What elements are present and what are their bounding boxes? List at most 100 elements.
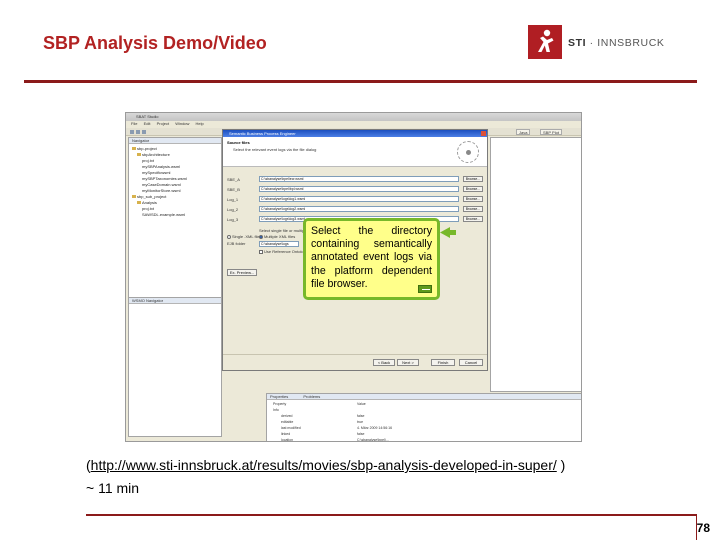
file-field-row: Log_2 C:\sbanalyse\logs\log2.wsml Browse… — [227, 206, 485, 212]
tree-item[interactable]: myMonitorStore.wsml — [142, 188, 180, 193]
property-value: false — [357, 432, 365, 436]
menu-help[interactable]: Help — [196, 121, 204, 126]
navigator-pane-header: WSMO Navigator — [129, 298, 221, 304]
menu-project[interactable]: Project — [157, 121, 169, 126]
folder-icon — [132, 195, 136, 199]
finish-button[interactable]: Finish — [431, 359, 455, 366]
app-window-title: SBAT Studio — [136, 114, 159, 119]
logo-place: INNSBRUCK — [597, 37, 665, 49]
radio-selected-icon — [259, 234, 263, 239]
tree-item[interactable]: mySpecificwsml — [142, 170, 170, 175]
logo-brand: STI — [568, 37, 587, 49]
browse-button[interactable]: Browse... — [463, 216, 483, 222]
file-field-label: Log_1 — [227, 197, 239, 202]
radio-single-file[interactable]: Single .XML file — [227, 234, 260, 239]
file-field-row: SBE_A C:\sbanalyse\bpel\ecr.wsml Browse.… — [227, 176, 485, 182]
preview-button[interactable]: Ex. Preview... — [227, 269, 257, 276]
dialog-footer: < Back Next > Finish Cancel — [223, 354, 487, 370]
folder-icon — [137, 201, 141, 205]
perspective-sbp[interactable]: SBP Plot — [540, 129, 562, 135]
dialog-title-bar: Semantic Business Process Engineer — [223, 130, 487, 137]
menu-file[interactable]: File — [131, 121, 137, 126]
properties-pane: Properties Problems Property Value Info … — [266, 393, 581, 442]
property-header: Property — [273, 402, 287, 406]
callout-next-arrow-icon — [418, 285, 432, 293]
file-field-label: Log_3 — [227, 217, 239, 222]
property-key: derived — [281, 414, 293, 418]
logo-separator: · — [586, 37, 598, 49]
file-field-row: SBE_B C:\sbanalyse\bpel\bpl.wsml Browse.… — [227, 186, 485, 192]
property-group[interactable]: Info — [273, 408, 279, 412]
outline-pane — [490, 137, 581, 392]
perspective-java[interactable]: Java — [516, 129, 531, 135]
property-key: location — [281, 438, 294, 442]
property-value: true — [357, 420, 364, 424]
next-button[interactable]: Next > — [397, 359, 419, 366]
folder-path-input[interactable]: C:\sbanalyse\logs — [259, 241, 299, 247]
radio-multiple-files[interactable]: Multiple XML files — [259, 234, 295, 239]
slide-title: SBP Analysis Demo/Video — [43, 33, 267, 53]
project-tree-pane: Navigator sbp-project sbpArchitecture pr… — [128, 137, 222, 305]
property-key: last modified — [281, 426, 301, 430]
tree-item[interactable]: sbp_sub_project — [132, 194, 166, 199]
file-field-label: SBE_A — [227, 177, 240, 182]
close-icon[interactable] — [481, 131, 486, 136]
dialog-banner: Source files Select the relevant event l… — [223, 137, 487, 167]
wizard-graphic-icon — [457, 141, 479, 163]
tree-item[interactable]: SAWSDL.example.wsml — [142, 212, 185, 217]
tree-item[interactable]: sbpArchitecture — [137, 152, 170, 157]
tab-properties[interactable]: Properties — [270, 394, 288, 399]
callout-pointer-icon — [440, 227, 456, 238]
file-path-input[interactable]: C:\sbanalyse\bpel\bpl.wsml — [259, 186, 459, 192]
dialog-title: Semantic Business Process Engineer — [229, 131, 296, 136]
cancel-button[interactable]: Cancel — [459, 359, 483, 366]
video-link-line: (http://www.sti-innsbruck.at/results/mov… — [86, 457, 565, 473]
callout-text: Select the directory containing semantic… — [311, 225, 432, 290]
page-number: 78 — [696, 521, 710, 535]
save-icon[interactable] — [136, 130, 140, 134]
properties-tabs: Properties Problems — [267, 394, 581, 400]
file-path-input[interactable]: C:\sbanalyse\logs\log2.wsml — [259, 206, 459, 212]
tree-pane-header: Navigator — [129, 138, 221, 144]
back-button[interactable]: < Back — [373, 359, 395, 366]
browse-button[interactable]: Browse... — [463, 206, 483, 212]
dialog-subtitle: Select the relevant event logs via the f… — [233, 147, 317, 152]
value-header: Value — [357, 402, 366, 406]
header-divider — [24, 80, 696, 83]
new-icon[interactable] — [130, 130, 134, 134]
property-key: linked — [281, 432, 291, 436]
tree-item[interactable]: mySBPTaxonomies.wsml — [142, 176, 187, 181]
tree-item[interactable]: Analysis — [137, 200, 157, 205]
sti-logo: STI · INNSBRUCK — [528, 25, 678, 61]
reference-ontology-checkbox[interactable]: Use Reference Ontology — [259, 249, 308, 254]
browse-button[interactable]: Browse... — [463, 176, 483, 182]
logo-wordmark: STI · INNSBRUCK — [568, 37, 665, 49]
tree-item[interactable]: mySBPAnalysis.wsml — [142, 164, 180, 169]
browse-button[interactable]: Browse... — [463, 196, 483, 202]
menu-edit[interactable]: Edit — [144, 121, 151, 126]
tree-item[interactable]: proj.txt — [142, 158, 154, 163]
print-icon[interactable] — [142, 130, 146, 134]
dialog-heading: Source files — [227, 140, 250, 145]
tab-problems[interactable]: Problems — [303, 394, 320, 399]
app-menu-bar: File Edit Project Window Help — [126, 121, 581, 128]
close-paren: ) — [556, 457, 566, 473]
video-duration: ~ 11 min — [86, 480, 140, 496]
radio-icon — [227, 234, 231, 239]
property-value: false — [357, 414, 365, 418]
checkbox-icon — [259, 249, 263, 254]
menu-window[interactable]: Window — [175, 121, 189, 126]
browse-button[interactable]: Browse... — [463, 186, 483, 192]
instruction-callout: Select the directory containing semantic… — [303, 218, 440, 300]
wsmo-navigator-pane: WSMO Navigator — [128, 297, 222, 437]
tree-item[interactable]: proj.txt — [142, 206, 154, 211]
folder-label: EJB folder — [227, 241, 246, 246]
file-path-input[interactable]: C:\sbanalyse\logs\log1.wsml — [259, 196, 459, 202]
file-field-label: SBE_B — [227, 187, 240, 192]
tree-item[interactable]: myCaseDomain.wsml — [142, 182, 181, 187]
tree-item[interactable]: sbp-project — [132, 146, 157, 151]
video-url-link[interactable]: http://www.sti-innsbruck.at/results/movi… — [91, 457, 557, 473]
header-divider-tail — [696, 80, 697, 83]
file-path-input[interactable]: C:\sbanalyse\bpel\ecr.wsml — [259, 176, 459, 182]
app-title-bar: SBAT Studio — [126, 113, 581, 121]
